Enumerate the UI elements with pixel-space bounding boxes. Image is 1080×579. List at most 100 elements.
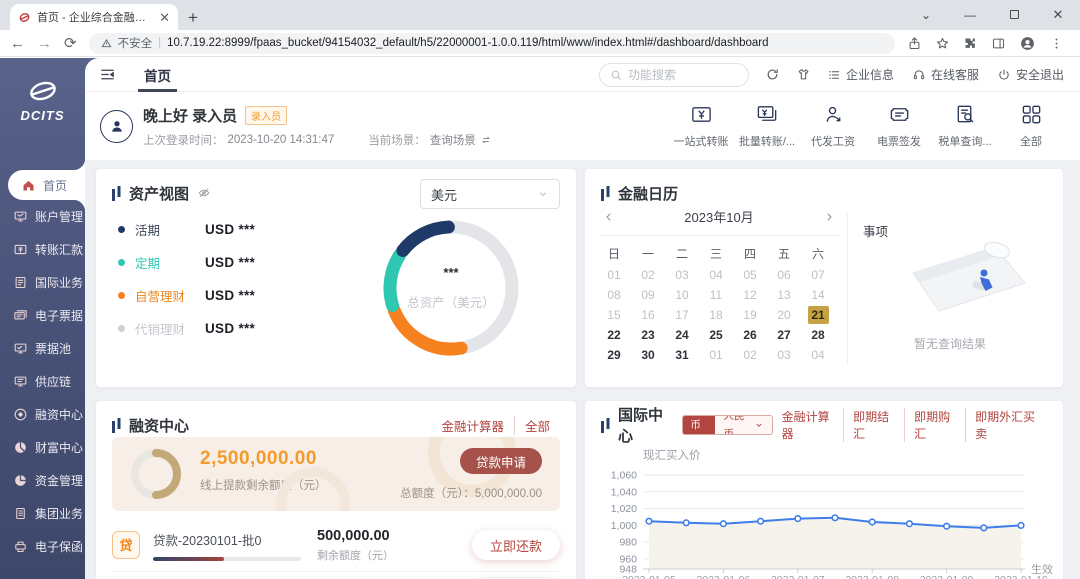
calendar-day[interactable]: 31 bbox=[665, 345, 699, 365]
link-finance-calculator[interactable]: 金融计算器 bbox=[431, 416, 514, 435]
user-avatar[interactable] bbox=[100, 110, 133, 143]
sidebar-item-e-bill[interactable]: 电子票据 bbox=[0, 299, 85, 332]
loan-apply-button[interactable]: 贷款申请 bbox=[460, 448, 542, 474]
url-field[interactable]: 不安全 | 10.7.19.22:8999/fpaas_bucket/94154… bbox=[89, 33, 895, 54]
intl-link-spot-settlement[interactable]: 即期结汇 bbox=[843, 408, 904, 442]
new-tab-button[interactable]: + bbox=[188, 9, 198, 26]
profile-avatar-icon[interactable] bbox=[1019, 35, 1036, 52]
sidebar-item-funds[interactable]: 资金管理 bbox=[0, 464, 85, 497]
quick-action-payroll[interactable]: 代发工资 bbox=[802, 103, 864, 149]
calendar-day[interactable]: 24 bbox=[665, 325, 699, 345]
sidebar-item-transfer[interactable]: 转账汇款 bbox=[0, 233, 85, 266]
calendar-day[interactable]: 04 bbox=[699, 265, 733, 285]
calendar-day[interactable]: 03 bbox=[665, 265, 699, 285]
currency-type-select[interactable]: 币种 人民币 bbox=[682, 415, 772, 435]
eye-off-icon[interactable] bbox=[197, 186, 211, 200]
loan-progress-bar bbox=[153, 557, 301, 561]
calendar-day[interactable]: 22 bbox=[597, 325, 631, 345]
sidebar-item-guarantee[interactable]: 电子保函 bbox=[0, 530, 85, 563]
calendar-day[interactable]: 25 bbox=[699, 325, 733, 345]
window-restore-icon[interactable] bbox=[992, 0, 1036, 30]
calendar-day[interactable]: 03 bbox=[767, 345, 801, 365]
header-action-online-service[interactable]: 在线客服 bbox=[912, 66, 979, 83]
header-action-safe-logout[interactable]: 安全退出 bbox=[997, 66, 1064, 83]
calendar-day[interactable]: 01 bbox=[597, 265, 631, 285]
currency-selected: 美元 bbox=[431, 185, 457, 204]
bookmark-star-icon[interactable] bbox=[935, 36, 950, 51]
calendar-day[interactable]: 27 bbox=[767, 325, 801, 345]
sidebar-item-wealth[interactable]: 财富中心 bbox=[0, 431, 85, 464]
tab-search-icon[interactable]: ⌄ bbox=[904, 0, 948, 30]
repay-now-button[interactable]: 立即还款 bbox=[472, 530, 560, 560]
calendar-day[interactable]: 01 bbox=[699, 345, 733, 365]
calendar-day[interactable]: 13 bbox=[767, 285, 801, 305]
calendar-day[interactable]: 09 bbox=[631, 285, 665, 305]
calendar-day[interactable]: 14 bbox=[801, 285, 835, 305]
search-input[interactable] bbox=[628, 68, 728, 82]
sidebar-item-financing[interactable]: 融资中心 bbox=[0, 398, 85, 431]
quick-action-batch-transfer[interactable]: 批量转账/... bbox=[736, 103, 798, 149]
calendar-day[interactable]: 29 bbox=[597, 345, 631, 365]
calendar-day[interactable]: 12 bbox=[733, 285, 767, 305]
quick-action-one-stop-transfer[interactable]: 一站式转账 bbox=[670, 103, 732, 149]
tab-close-icon[interactable]: ✕ bbox=[159, 11, 170, 24]
calendar-day-today[interactable]: 21 bbox=[801, 305, 835, 325]
calendar-day[interactable]: 06 bbox=[767, 265, 801, 285]
sidebar-item-international[interactable]: 国际业务 bbox=[0, 266, 85, 299]
calendar-day[interactable]: 02 bbox=[631, 265, 665, 285]
reload-icon[interactable]: ⟳ bbox=[64, 36, 77, 51]
quick-action-all-apps[interactable]: 全部 bbox=[1000, 103, 1062, 149]
quick-action-e-draft-issue[interactable]: 电票签发 bbox=[868, 103, 930, 149]
calendar-day[interactable]: 05 bbox=[733, 265, 767, 285]
calendar-day[interactable]: 04 bbox=[801, 345, 835, 365]
browser-tab[interactable]: 首页 - 企业综合金融服务平台 ✕ bbox=[10, 4, 178, 30]
sidebar-item-home[interactable]: 首页 bbox=[8, 170, 85, 200]
share-icon[interactable] bbox=[907, 36, 922, 51]
calendar-day[interactable]: 02 bbox=[733, 345, 767, 365]
header-action-company-info[interactable]: 企业信息 bbox=[827, 66, 894, 83]
sidebar-item-group[interactable]: 集团业务 bbox=[0, 497, 85, 530]
refresh-icon[interactable] bbox=[765, 67, 780, 82]
window-minimize-icon[interactable]: — bbox=[948, 0, 992, 30]
calendar-day[interactable]: 26 bbox=[733, 325, 767, 345]
sidebar-item-supply-chain[interactable]: 供应链 bbox=[0, 365, 85, 398]
calendar-day[interactable]: 08 bbox=[597, 285, 631, 305]
theme-icon[interactable] bbox=[796, 67, 811, 82]
function-search[interactable] bbox=[599, 63, 749, 87]
browser-menu-kebab-icon[interactable] bbox=[1049, 36, 1064, 51]
extensions-puzzle-icon[interactable] bbox=[963, 36, 978, 51]
window-close-icon[interactable]: ✕ bbox=[1036, 0, 1080, 30]
quick-action-tax-query[interactable]: 税单查询... bbox=[934, 103, 996, 149]
forward-icon[interactable]: → bbox=[37, 36, 52, 51]
side-panel-icon[interactable] bbox=[991, 36, 1006, 51]
calendar-day[interactable]: 28 bbox=[801, 325, 835, 345]
calendar-day[interactable]: 11 bbox=[699, 285, 733, 305]
calendar-day[interactable]: 18 bbox=[699, 305, 733, 325]
back-icon[interactable]: ← bbox=[10, 36, 25, 51]
calendar-day[interactable]: 20 bbox=[767, 305, 801, 325]
calendar-day[interactable]: 16 bbox=[631, 305, 665, 325]
calendar-day[interactable]: 19 bbox=[733, 305, 767, 325]
sidebar-item-accounts[interactable]: 账户管理 bbox=[0, 200, 85, 233]
sidebar-item-label: 供应链 bbox=[35, 373, 71, 390]
tab-home[interactable]: 首页 bbox=[142, 58, 173, 92]
calendar-day[interactable]: 30 bbox=[631, 345, 665, 365]
intl-link-spot-fx-trade[interactable]: 即期外汇买卖 bbox=[965, 408, 1047, 442]
calendar-prev-icon[interactable] bbox=[603, 211, 615, 223]
calendar-next-icon[interactable] bbox=[823, 211, 835, 223]
link-all[interactable]: 全部 bbox=[514, 416, 560, 435]
calendar-day[interactable]: 10 bbox=[665, 285, 699, 305]
finance-card-title: 融资中心 bbox=[129, 415, 189, 436]
calendar-day[interactable]: 07 bbox=[801, 265, 835, 285]
calendar-day[interactable]: 23 bbox=[631, 325, 665, 345]
calendar-day[interactable]: 17 bbox=[665, 305, 699, 325]
calendar-day[interactable]: 15 bbox=[597, 305, 631, 325]
finance-calendar-card: 金融日历 2023年10月 日一二三四五六0102030405060708091… bbox=[585, 169, 1063, 387]
intl-link-finance-calculator[interactable]: 金融计算器 bbox=[773, 408, 843, 442]
menu-fold-icon[interactable] bbox=[99, 66, 116, 83]
e-draft-icon bbox=[888, 103, 911, 126]
switch-scene-icon[interactable] bbox=[480, 134, 492, 146]
intl-link-spot-purchase[interactable]: 即期购汇 bbox=[904, 408, 965, 442]
card-title-marker bbox=[112, 418, 122, 433]
sidebar-item-bill-pool[interactable]: 票据池 bbox=[0, 332, 85, 365]
